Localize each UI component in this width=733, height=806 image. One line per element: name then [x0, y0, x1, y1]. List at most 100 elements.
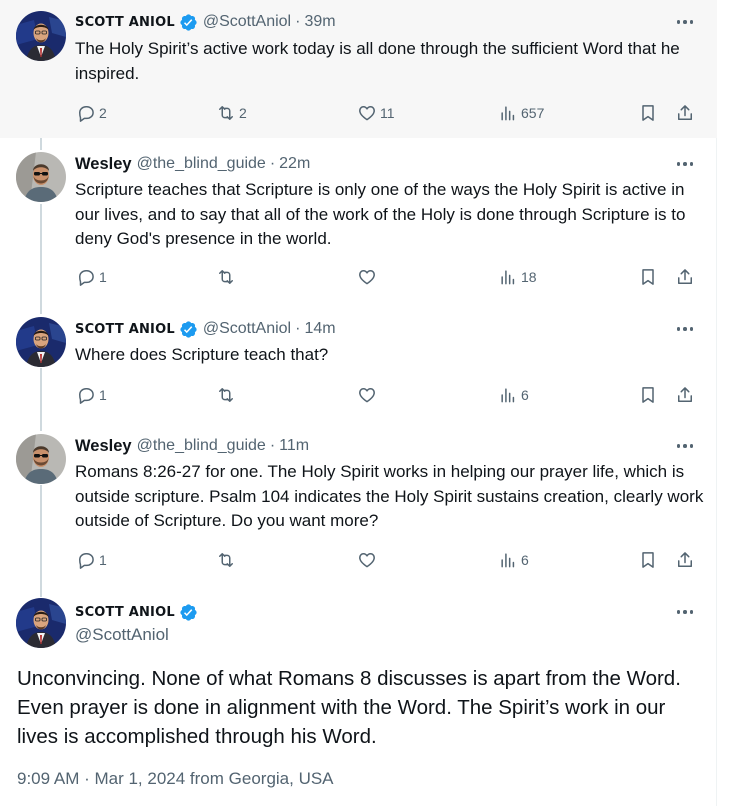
avatar[interactable]	[16, 11, 66, 61]
reply-button[interactable]: 1	[76, 383, 107, 407]
timestamp[interactable]: 11m	[279, 437, 309, 455]
share-icon	[678, 269, 692, 284]
like-icon	[359, 388, 375, 403]
author-name[interactable]: Wesley	[75, 155, 132, 174]
tweet-text: The Holy Spirit’s active work today is a…	[75, 39, 680, 83]
views-icon	[501, 553, 515, 568]
tweet-timestamp[interactable]: 9:09 AM · Mar 1, 2024 from Georgia, USA	[17, 769, 334, 789]
views-button[interactable]: 18	[498, 265, 537, 289]
author-handle[interactable]: @the_blind_guide	[137, 155, 266, 173]
bookmark-icon	[642, 387, 654, 403]
tweet-actions: 1 6	[0, 383, 717, 407]
tweet-header: Wesley @the_blind_guide · 22m	[75, 153, 310, 175]
timestamp[interactable]: 39m	[304, 13, 335, 31]
tweet-actions: 2 2 11 657	[0, 101, 717, 125]
separator-dot: ·	[269, 437, 276, 454]
tweet[interactable]: SCOTT ANIOL @ScottAniol · 39m The Holy S…	[0, 0, 717, 138]
reply-button[interactable]: 1	[76, 548, 107, 572]
tweet[interactable]: Wesley @the_blind_guide · 22m Scripture …	[0, 138, 717, 303]
share-button[interactable]	[675, 101, 695, 125]
share-button[interactable]	[675, 383, 695, 407]
author-name[interactable]: Wesley	[75, 437, 132, 456]
like-button[interactable]	[357, 265, 380, 289]
avatar[interactable]	[16, 317, 66, 367]
tweet-header: SCOTT ANIOL @ScottAniol · 14m	[75, 318, 336, 340]
separator-dot: ·	[295, 13, 301, 30]
timestamp[interactable]: 22m	[279, 155, 310, 173]
separator-dot: ·	[269, 155, 276, 172]
more-icon[interactable]	[672, 602, 698, 622]
reply-icon	[79, 106, 94, 122]
main-tweet-text: Unconvincing. None of what Romans 8 disc…	[17, 667, 681, 748]
like-icon	[359, 270, 375, 285]
more-icon[interactable]	[672, 12, 698, 32]
share-icon	[678, 552, 692, 567]
repost-icon	[219, 270, 233, 284]
bookmark-icon	[642, 552, 654, 568]
avatar[interactable]	[16, 434, 66, 484]
views-icon	[501, 270, 515, 285]
author-handle[interactable]: @ScottAniol	[203, 13, 291, 31]
tweet-header: Wesley @the_blind_guide · 11m	[75, 435, 309, 457]
like-button[interactable]: 11	[357, 101, 395, 125]
more-icon[interactable]	[672, 319, 698, 339]
views-button[interactable]: 6	[498, 383, 529, 407]
bookmark-button[interactable]	[638, 548, 658, 572]
tweet[interactable]: Wesley @the_blind_guide · 11m Romans 8:2…	[0, 420, 717, 585]
tweet-text: Scripture teaches that Scripture is only…	[75, 180, 686, 248]
repost-button[interactable]: 2	[216, 101, 247, 125]
reply-icon	[79, 553, 94, 569]
verified-icon	[179, 603, 198, 622]
views-count: 18	[521, 269, 537, 285]
reply-icon	[79, 270, 94, 286]
reply-button[interactable]: 2	[76, 101, 107, 125]
avatar[interactable]	[16, 598, 66, 648]
tweet[interactable]: SCOTT ANIOL @ScottAniol · 14m Where does…	[0, 303, 717, 420]
reply-count: 1	[99, 387, 107, 403]
author-name[interactable]: SCOTT ANIOL	[75, 322, 175, 337]
like-button[interactable]	[357, 548, 380, 572]
repost-icon	[219, 388, 233, 402]
author-handle[interactable]: @the_blind_guide	[137, 437, 266, 455]
tweet-text: Romans 8:26-27 for one. The Holy Spirit …	[75, 462, 704, 530]
views-count: 657	[521, 105, 545, 121]
timestamp[interactable]: 14m	[304, 320, 335, 338]
repost-icon	[219, 106, 233, 120]
author-name[interactable]: SCOTT ANIOL	[75, 605, 175, 620]
repost-button[interactable]	[216, 383, 239, 407]
tweet-actions: 1 18	[0, 265, 717, 289]
tweet-text: Where does Scripture teach that?	[75, 345, 329, 364]
author-name[interactable]: SCOTT ANIOL	[75, 15, 175, 30]
views-count: 6	[521, 387, 529, 403]
like-icon	[359, 553, 375, 568]
repost-button[interactable]	[216, 265, 239, 289]
bookmark-button[interactable]	[638, 101, 658, 125]
bookmark-icon	[642, 269, 654, 285]
more-icon[interactable]	[672, 436, 698, 456]
avatar[interactable]	[16, 152, 66, 202]
views-button[interactable]: 657	[498, 101, 544, 125]
views-button[interactable]: 6	[498, 548, 529, 572]
author-handle[interactable]: @ScottAniol	[75, 625, 169, 645]
conversation-panel: SCOTT ANIOL @ScottAniol · 39m The Holy S…	[0, 0, 717, 806]
share-icon	[678, 387, 692, 402]
reply-button[interactable]: 1	[76, 265, 107, 289]
share-button[interactable]	[675, 548, 695, 572]
verified-icon	[179, 320, 198, 339]
repost-button[interactable]	[216, 548, 239, 572]
author-handle[interactable]: @ScottAniol	[203, 320, 291, 338]
tweet-header: SCOTT ANIOL @ScottAniol · 39m	[75, 11, 336, 33]
more-icon[interactable]	[672, 154, 698, 174]
main-tweet-header: SCOTT ANIOL	[75, 602, 198, 622]
reply-count: 1	[99, 269, 107, 285]
like-button[interactable]	[357, 383, 380, 407]
bookmark-button[interactable]	[638, 265, 658, 289]
reply-count: 2	[99, 105, 107, 121]
share-button[interactable]	[675, 265, 695, 289]
bookmark-button[interactable]	[638, 383, 658, 407]
repost-count: 2	[239, 105, 247, 121]
bookmark-icon	[642, 105, 654, 121]
views-icon	[501, 106, 515, 121]
views-count: 6	[521, 552, 529, 568]
views-icon	[501, 388, 515, 403]
